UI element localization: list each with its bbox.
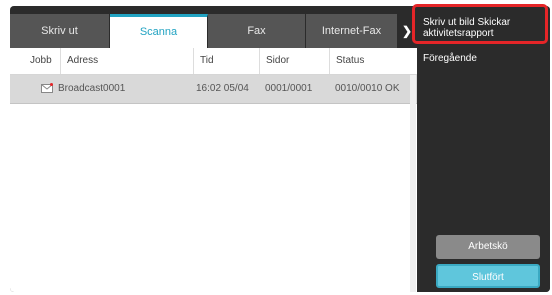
row-pages: 0001/0001 xyxy=(265,83,313,94)
mode-tabs: Skriv ut Scanna Fax Internet-Fax ❯ xyxy=(10,6,417,48)
row-status: 0010/0010 OK xyxy=(335,83,400,94)
column-header-time: Tid xyxy=(193,48,259,74)
tab-fax[interactable]: Fax xyxy=(208,14,306,48)
column-header-address: Adress xyxy=(60,48,193,74)
chevron-right-icon[interactable]: ❯ xyxy=(397,14,417,48)
job-status-panel: Skriv ut Scanna Fax Internet-Fax ❯ Jobb … xyxy=(10,6,417,292)
completed-button[interactable]: Slutfört xyxy=(436,264,540,288)
tab-internet-fax[interactable]: Internet-Fax xyxy=(306,14,398,48)
table-header: Jobb Adress Tid Sidor Status xyxy=(10,48,417,75)
row-address: Broadcast0001 xyxy=(58,83,126,94)
column-header-status: Status xyxy=(329,48,409,74)
print-activity-report-button[interactable]: Skriv ut bild Skickar aktivitetsrapport xyxy=(423,17,547,39)
column-header-job: Jobb xyxy=(30,55,52,66)
tab-scan[interactable]: Scanna xyxy=(110,14,208,48)
tab-print[interactable]: Skriv ut xyxy=(10,14,110,48)
scrollbar[interactable] xyxy=(410,75,416,292)
job-queue-button[interactable]: Arbetskö xyxy=(436,235,540,259)
previous-button[interactable]: Föregående xyxy=(423,53,547,64)
row-time: 16:02 05/04 xyxy=(196,83,249,94)
mail-icon xyxy=(41,83,53,93)
column-header-pages: Sidor xyxy=(259,48,329,74)
table-row[interactable]: Broadcast0001 16:02 05/04 0001/0001 0010… xyxy=(10,75,417,104)
